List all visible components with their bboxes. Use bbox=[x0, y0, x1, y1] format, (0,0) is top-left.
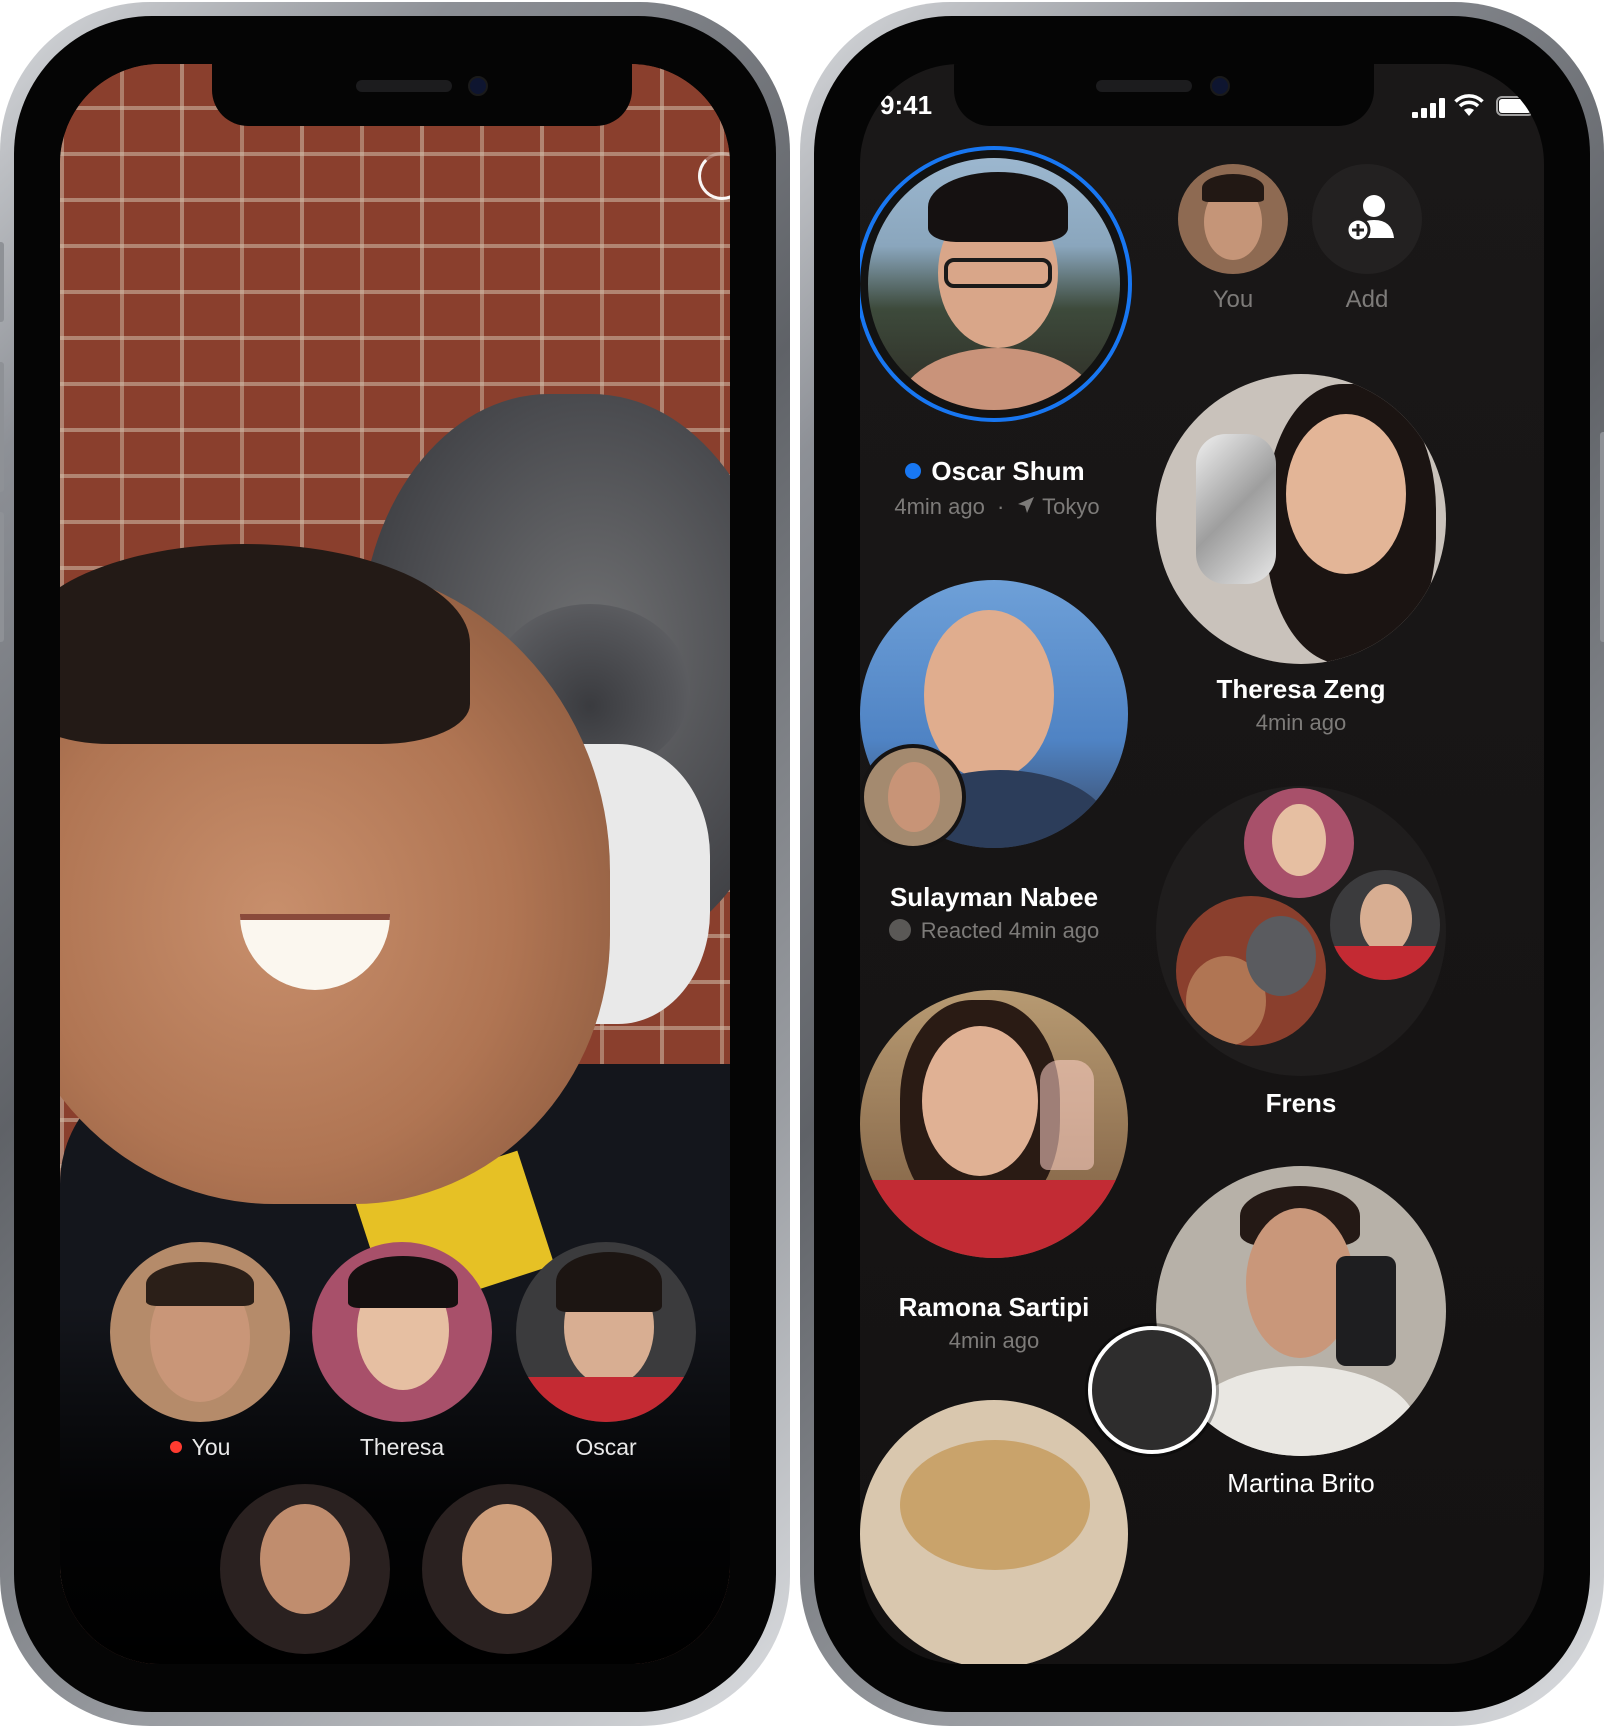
contacts-screen: 9:41 Oscar Shum 4min ago · Tokyo You Add… bbox=[860, 64, 1544, 1664]
participant-thumb-partial[interactable] bbox=[220, 1484, 390, 1654]
speaker bbox=[1096, 80, 1192, 92]
avatar bbox=[260, 1504, 350, 1614]
side-button bbox=[0, 242, 4, 322]
contact-name: Theresa Zeng bbox=[1216, 674, 1386, 704]
contact-sweater bbox=[860, 1180, 1128, 1258]
signal-bar bbox=[1412, 112, 1418, 118]
participant-name: Theresa bbox=[359, 1434, 445, 1460]
battery-icon bbox=[1496, 96, 1540, 118]
contact-bubble-ramona-sartipi[interactable] bbox=[860, 990, 1128, 1258]
contact-name: Oscar Shum bbox=[860, 456, 1130, 487]
avatar-hair bbox=[1202, 174, 1264, 202]
phone-left: You Theresa Oscar bbox=[0, 2, 790, 1726]
avatar-hair bbox=[348, 1256, 458, 1308]
avatar-pet bbox=[1246, 916, 1316, 996]
avatar-hair bbox=[146, 1262, 254, 1306]
group-member-avatar bbox=[1176, 896, 1326, 1046]
phone-bezel: You Theresa Oscar bbox=[14, 16, 776, 1712]
contact-subtitle: 4min ago bbox=[948, 1328, 1040, 1353]
status-time: 9:41 bbox=[880, 90, 933, 120]
participant-name: You bbox=[191, 1434, 231, 1460]
notch bbox=[954, 64, 1374, 126]
my-story-label: You bbox=[1212, 286, 1254, 313]
contact-hair bbox=[928, 172, 1068, 242]
capture-button[interactable] bbox=[1088, 1326, 1216, 1454]
group-bubble-frens[interactable] bbox=[1156, 786, 1446, 1076]
participant-thumb-theresa[interactable] bbox=[312, 1242, 492, 1422]
battery-tip bbox=[1536, 103, 1539, 110]
add-person-icon bbox=[1345, 195, 1394, 243]
avatar bbox=[1360, 884, 1412, 954]
contact-subtitle: Reacted 4min ago bbox=[860, 918, 1128, 944]
contact-subtitle: 4min ago bbox=[1255, 710, 1347, 735]
avatar bbox=[462, 1504, 552, 1614]
side-button bbox=[0, 512, 4, 642]
participant-label-theresa: Theresa bbox=[307, 1434, 497, 1461]
contact-name: Sulayman Nabee bbox=[889, 882, 1099, 912]
contact-name: Martina Brito bbox=[1227, 1468, 1375, 1498]
add-contact-button[interactable] bbox=[1312, 164, 1422, 274]
glasses-icon bbox=[944, 258, 1052, 288]
participant-label-oscar: Oscar bbox=[511, 1434, 701, 1461]
avatar-hair bbox=[556, 1252, 662, 1312]
participant-thumb-oscar[interactable] bbox=[516, 1242, 696, 1422]
signal-bar bbox=[1439, 98, 1445, 118]
contact-subtitle: 4min ago · Tokyo bbox=[860, 494, 1142, 521]
last-active-time: 4min ago bbox=[894, 494, 985, 519]
camera-view-screen: You Theresa Oscar bbox=[60, 64, 730, 1664]
group-member-avatar bbox=[1330, 870, 1440, 980]
contact-hair bbox=[900, 1440, 1090, 1570]
avatar-sweater bbox=[1330, 946, 1440, 980]
contact-face bbox=[922, 1026, 1038, 1176]
location-arrow-icon bbox=[1016, 495, 1036, 521]
my-story-bubble[interactable] bbox=[1178, 164, 1288, 274]
participant-thumb-partial[interactable] bbox=[422, 1484, 592, 1654]
side-button bbox=[0, 362, 4, 492]
add-contact-label: Add bbox=[1345, 286, 1389, 313]
wifi-icon bbox=[1454, 94, 1484, 118]
side-button bbox=[1600, 432, 1604, 642]
reaction-text: Reacted 4min ago bbox=[920, 918, 1100, 943]
speaker bbox=[356, 80, 452, 92]
contact-photo bbox=[868, 158, 1120, 410]
reaction-avatar bbox=[860, 744, 966, 850]
contact-body bbox=[1186, 1366, 1416, 1456]
contact-bubble-partial[interactable] bbox=[860, 1400, 1128, 1664]
location-text: Tokyo bbox=[1042, 494, 1100, 519]
contact-name: Frens bbox=[1265, 1088, 1337, 1118]
foil-wrap-object bbox=[1196, 434, 1276, 584]
contact-body bbox=[898, 348, 1098, 410]
notch bbox=[212, 64, 632, 126]
front-camera bbox=[468, 76, 488, 96]
wifi-icon-svg bbox=[1454, 94, 1484, 116]
contact-bubble-oscar-shum[interactable] bbox=[860, 146, 1132, 422]
recording-dot-icon bbox=[169, 1440, 182, 1453]
smiley-reaction-icon bbox=[888, 919, 911, 942]
phone-bezel: 9:41 Oscar Shum 4min ago · Tokyo You Add… bbox=[814, 16, 1590, 1712]
signal-bar bbox=[1421, 108, 1427, 118]
avatar bbox=[888, 762, 940, 832]
location-arrow-svg bbox=[1018, 497, 1035, 514]
battery-fill bbox=[1499, 99, 1531, 113]
phone-object bbox=[1336, 1256, 1396, 1366]
cellular-signal-icon bbox=[1412, 98, 1446, 118]
contact-bubble-theresa-zeng[interactable] bbox=[1156, 374, 1446, 664]
phone-right: 9:41 Oscar Shum 4min ago · Tokyo You Add… bbox=[800, 2, 1604, 1726]
separator: · bbox=[996, 494, 1005, 519]
participant-label-you: You bbox=[105, 1434, 295, 1461]
online-status-dot-icon bbox=[905, 463, 922, 480]
contact-name-text: Oscar Shum bbox=[931, 456, 1085, 486]
contact-name: Ramona Sartipi bbox=[898, 1292, 1090, 1322]
front-camera bbox=[1210, 76, 1230, 96]
group-member-avatar bbox=[1244, 788, 1354, 898]
avatar bbox=[1272, 804, 1326, 876]
avatar-sweater bbox=[516, 1377, 696, 1422]
contact-face bbox=[1286, 414, 1406, 574]
wine-glass-object bbox=[1040, 1060, 1094, 1170]
participant-name: Oscar bbox=[575, 1434, 637, 1460]
signal-bar bbox=[1430, 103, 1436, 118]
participant-thumb-you[interactable] bbox=[110, 1242, 290, 1422]
